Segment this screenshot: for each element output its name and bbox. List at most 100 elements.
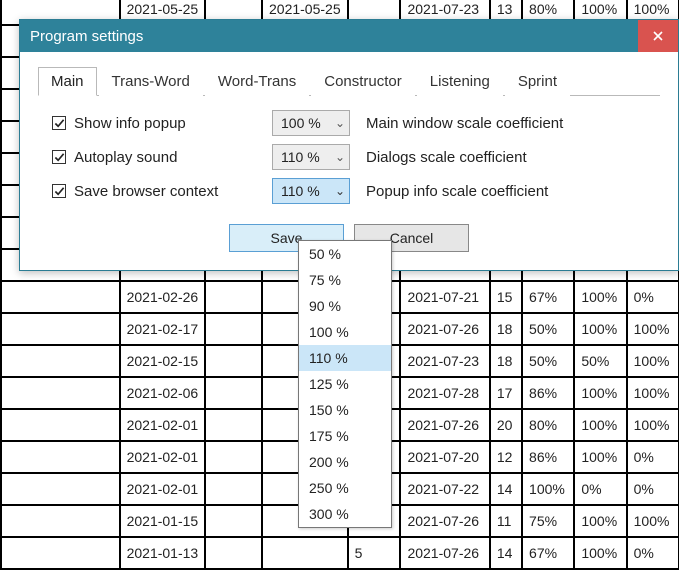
table-cell: 100% — [627, 409, 679, 441]
dropdown-item[interactable]: 175 % — [299, 423, 391, 449]
table-cell: 2021-07-23 — [400, 345, 489, 377]
checkbox-label: Save browser context — [74, 183, 218, 200]
table-cell: 2021-07-28 — [400, 377, 489, 409]
table-cell: 15 — [490, 281, 522, 313]
table-cell: 100% — [627, 505, 679, 537]
setting-description: Dialogs scale coefficient — [366, 149, 527, 166]
dropdown-item[interactable]: 110 % — [299, 345, 391, 371]
checkbox[interactable] — [52, 150, 66, 164]
table-cell — [1, 473, 120, 505]
table-cell: 100% — [627, 345, 679, 377]
table-cell: 20 — [490, 409, 522, 441]
setting-description: Popup info scale coefficient — [366, 183, 548, 200]
table-cell — [205, 281, 262, 313]
scale-combo[interactable]: 110 %⌄ — [272, 178, 350, 204]
checkbox-label: Autoplay sound — [74, 149, 177, 166]
chevron-down-icon: ⌄ — [335, 150, 345, 164]
dropdown-item[interactable]: 150 % — [299, 397, 391, 423]
table-cell: 14 — [490, 537, 522, 569]
dropdown-item[interactable]: 100 % — [299, 319, 391, 345]
dropdown-item[interactable]: 125 % — [299, 371, 391, 397]
table-cell: 75% — [522, 505, 574, 537]
table-cell — [1, 441, 120, 473]
table-cell: 2021-02-15 — [120, 345, 206, 377]
dropdown-item[interactable]: 90 % — [299, 293, 391, 319]
table-cell — [205, 409, 262, 441]
chevron-down-icon: ⌄ — [335, 116, 345, 130]
tab-sprint[interactable]: Sprint — [505, 67, 570, 96]
tab-bar: MainTrans-WordWord-TransConstructorListe… — [38, 66, 660, 96]
table-cell: 2021-02-01 — [120, 473, 206, 505]
table-cell: 18 — [490, 313, 522, 345]
table-cell — [1, 377, 120, 409]
table-cell — [205, 441, 262, 473]
table-cell: 100% — [574, 441, 626, 473]
dialog-titlebar: Program settings — [20, 20, 678, 52]
table-cell: 100% — [574, 313, 626, 345]
table-cell: 0% — [627, 281, 679, 313]
setting-description: Main window scale coefficient — [366, 115, 563, 132]
dropdown-item[interactable]: 75 % — [299, 267, 391, 293]
table-cell — [1, 281, 120, 313]
dropdown-item[interactable]: 300 % — [299, 501, 391, 527]
combo-value: 100 % — [281, 115, 321, 131]
combo-value: 110 % — [281, 183, 320, 199]
table-cell: 100% — [627, 313, 679, 345]
table-cell: 12 — [490, 441, 522, 473]
table-cell: 17 — [490, 377, 522, 409]
program-settings-dialog: Program settings MainTrans-WordWord-Tran… — [19, 19, 679, 271]
tab-trans-word[interactable]: Trans-Word — [99, 67, 203, 96]
checkbox[interactable] — [52, 116, 66, 130]
table-cell: 100% — [627, 377, 679, 409]
table-cell: 80% — [522, 409, 574, 441]
table-cell — [205, 473, 262, 505]
dropdown-item[interactable]: 200 % — [299, 449, 391, 475]
tab-listening[interactable]: Listening — [417, 67, 503, 96]
table-cell — [205, 313, 262, 345]
table-cell: 100% — [574, 377, 626, 409]
table-cell: 2021-07-26 — [400, 313, 489, 345]
dropdown-item[interactable]: 50 % — [299, 241, 391, 267]
scale-combo[interactable]: 100 % ⌄ — [272, 110, 350, 136]
table-cell: 100% — [574, 281, 626, 313]
table-cell: 14 — [490, 473, 522, 505]
table-cell: 2021-02-17 — [120, 313, 206, 345]
table-cell: 5 — [348, 537, 401, 569]
table-cell: 50% — [574, 345, 626, 377]
table-cell: 100% — [574, 537, 626, 569]
table-cell — [1, 537, 120, 569]
dropdown-item[interactable]: 250 % — [299, 475, 391, 501]
setting-row: Save browser context 110 %⌄ Popup info sca… — [52, 178, 660, 204]
table-cell: 2021-02-01 — [120, 441, 206, 473]
table-cell — [1, 313, 120, 345]
table-cell: 18 — [490, 345, 522, 377]
checkbox[interactable] — [52, 184, 66, 198]
table-cell: 2021-07-21 — [400, 281, 489, 313]
table-cell — [1, 409, 120, 441]
scale-dropdown-list[interactable]: 50 %75 %90 %100 %110 %125 %150 %175 %200… — [298, 240, 392, 528]
table-cell: 2021-07-26 — [400, 537, 489, 569]
close-icon — [653, 31, 663, 41]
table-cell — [1, 345, 120, 377]
table-cell: 2021-02-26 — [120, 281, 206, 313]
close-button[interactable] — [638, 20, 678, 52]
checkbox-label: Show info popup — [74, 115, 186, 132]
table-cell: 100% — [574, 409, 626, 441]
dialog-title: Program settings — [30, 28, 143, 45]
table-cell: 0% — [574, 473, 626, 505]
table-cell: 0% — [627, 537, 679, 569]
setting-row: Show info popup 100 % ⌄ Main window scale c… — [52, 110, 660, 136]
table-cell: 2021-07-26 — [400, 409, 489, 441]
table-cell: 2021-07-22 — [400, 473, 489, 505]
setting-row: Autoplay sound 110 %⌄ Dialogs scale coeffi… — [52, 144, 660, 170]
table-cell: 2021-02-06 — [120, 377, 206, 409]
table-cell: 50% — [522, 345, 574, 377]
table-cell: 50% — [522, 313, 574, 345]
table-cell: 2021-07-26 — [400, 505, 489, 537]
tab-main[interactable]: Main — [38, 67, 97, 96]
tab-constructor[interactable]: Constructor — [311, 67, 415, 96]
scale-combo[interactable]: 110 %⌄ — [272, 144, 350, 170]
table-cell — [262, 537, 348, 569]
table-cell: 2021-07-20 — [400, 441, 489, 473]
tab-word-trans[interactable]: Word-Trans — [205, 67, 309, 96]
